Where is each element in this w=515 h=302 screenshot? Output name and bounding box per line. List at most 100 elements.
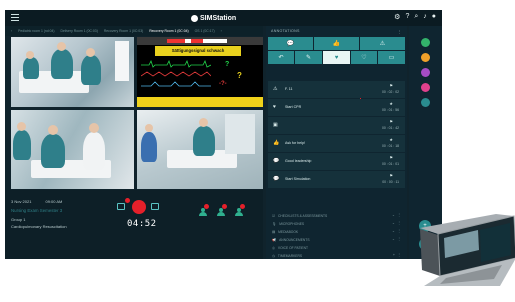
screen-icon: ▣	[273, 122, 278, 128]
search-icon[interactable]: ⌕	[414, 13, 418, 21]
logo-icon	[191, 14, 198, 22]
monitor-screen: SIMStation ⚙ ? ⌕ ♪ ● ‹ Pediatric room 1 …	[5, 10, 442, 259]
more-options-icon[interactable]: ⋮	[397, 229, 401, 233]
quick-annotation-buttons: 💬 👍 ⚠ ↶ ✎ ♥ ♡ ▭	[268, 37, 405, 79]
section-timemarkers[interactable]: ◷ TIMEMARKERS + ⋮	[268, 252, 405, 259]
section-announcements[interactable]: 📢 ANNOUNCEMENTS ⌄ ⋮	[268, 236, 405, 244]
recording-timer: 04:52	[127, 219, 157, 229]
more-options-icon[interactable]: ⋮	[397, 213, 401, 217]
room-tab[interactable]: OS 1 (0C:17)	[195, 29, 215, 33]
quick-undo-button[interactable]: ↶	[268, 51, 294, 64]
help-icon[interactable]: ?	[405, 13, 409, 21]
room-tab[interactable]: Delivery Room 1 (0C:03)	[61, 29, 98, 33]
book-icon: ▤	[272, 230, 276, 234]
section-checklists[interactable]: ☑ CHECKLISTS & ASSESSMENTS ⌄ ⋮	[268, 212, 405, 220]
session-time: 09:00 AM	[45, 199, 63, 204]
thumbs-up-icon: 👍	[273, 140, 280, 146]
more-options-icon[interactable]: ⋮	[397, 253, 401, 257]
annotation-item[interactable]: 👍 Ask for help! ★ 00 : 01 : 18	[268, 135, 405, 152]
edit-icon: ✎	[305, 55, 312, 61]
rail-green-icon[interactable]	[421, 38, 430, 47]
more-options-icon[interactable]: ⋮	[397, 221, 401, 225]
recording-controls	[117, 198, 167, 214]
more-options-icon[interactable]: ⋮	[398, 29, 402, 34]
rail-purple-icon[interactable]	[421, 68, 430, 77]
quick-chat-button[interactable]: 💬	[268, 37, 313, 50]
rail-teal-icon[interactable]	[421, 98, 430, 107]
rail-pink-icon[interactable]	[421, 83, 430, 92]
alarm-message: Sättigungssignal schwach	[155, 46, 241, 56]
checklist-icon: ☑	[272, 214, 275, 218]
warning-icon: ⚠	[379, 41, 386, 47]
annotation-item[interactable]: 💬 Good leadership ⚑ 00 : 01 : 01	[268, 153, 405, 170]
quick-screen-button[interactable]: ▭	[378, 51, 405, 64]
record-button[interactable]	[132, 200, 146, 214]
section-voice-of-patient[interactable]: ◎ VOICE OF PATIENT	[268, 244, 405, 252]
camera-feed-2[interactable]	[137, 110, 263, 189]
user-icon[interactable]: ●	[432, 13, 436, 21]
event-name: Nursing Exam Semester 3	[11, 208, 63, 213]
crumb-right-arrow-icon[interactable]: ›	[221, 29, 222, 33]
app-title: SIMStation	[200, 14, 237, 22]
more-options-icon[interactable]: ⋮	[397, 237, 401, 241]
chevron-down-icon[interactable]: ⌄	[392, 213, 395, 217]
section-microphones[interactable]: 🎙 MICROPHONES ⌄ ⋮	[268, 220, 405, 228]
annotation-item[interactable]: ▣ ⚑ 00 : 01 : 42	[268, 117, 405, 134]
room-tab-active[interactable]: Recovery Room 1 (0C:04)	[149, 29, 188, 33]
annotation-item[interactable]: 💬 Start Simulation ⚑ 00 : 00 : 11	[268, 171, 405, 188]
annotation-item[interactable]: ⚠ F. 11 ⚑ 00 : 02 : 02	[268, 81, 405, 98]
clock-icon: ◷	[272, 254, 275, 258]
chevron-down-icon[interactable]: ⌄	[392, 221, 395, 225]
tablet-device-image	[420, 214, 515, 286]
patient-monitor: Sättigungssignal schwach ? ? -?-	[137, 37, 263, 107]
section-mediabook[interactable]: ▤ MEDIABOOK ⌄ ⋮	[268, 228, 405, 236]
star-icon[interactable]: ★	[389, 101, 393, 106]
group-name: Group 1	[11, 217, 26, 222]
add-icon[interactable]: +	[393, 253, 395, 257]
crumb-left-arrow-icon[interactable]: ‹	[11, 29, 12, 33]
microphone-icon: 🎙	[272, 222, 277, 226]
gear-icon[interactable]: ⚙	[394, 13, 400, 21]
megaphone-icon: 📢	[272, 238, 277, 242]
chat-icon: 💬	[273, 176, 280, 182]
scenario-topic: Cardiopulmonary Resuscitation	[11, 224, 67, 229]
hamburger-menu-icon[interactable]	[11, 14, 19, 21]
annotation-item[interactable]: ♥ Start CPR ★ 00 : 01 : 56	[268, 99, 405, 116]
camera-feed-3[interactable]	[11, 110, 134, 189]
room-tab[interactable]: Recovery Room 1 (0C:03)	[104, 29, 143, 33]
rail-orange-icon[interactable]	[421, 53, 430, 62]
camera-feed-1[interactable]	[11, 37, 134, 107]
participant-groups	[199, 204, 249, 217]
bell-icon[interactable]: ♪	[423, 13, 427, 21]
quick-thumbs-up-button[interactable]: 👍	[314, 37, 359, 50]
participant-icon[interactable]	[235, 204, 245, 216]
quick-heart-button-selected[interactable]: ♥	[323, 51, 350, 64]
annotations-header: ANNOTATIONS ⋮	[266, 26, 407, 36]
warning-icon: ⚠	[273, 86, 278, 92]
star-icon[interactable]: ★	[389, 137, 393, 142]
flag-icon[interactable]: ⚑	[389, 119, 393, 124]
screen-share-icon[interactable]	[117, 203, 125, 210]
heart-icon: ♥	[334, 54, 339, 61]
undo-icon: ↶	[278, 55, 284, 61]
participant-icon[interactable]	[199, 204, 209, 216]
flag-icon[interactable]: ⚑	[389, 155, 393, 160]
screen-icon: ▭	[388, 55, 395, 61]
session-date: 3 Nov 2021	[11, 199, 32, 204]
room-breadcrumbs: ‹ Pediatric room 1 (nd:04) Delivery Room…	[5, 26, 263, 36]
quick-heart-button[interactable]: ♡	[351, 51, 377, 64]
room-tab[interactable]: Pediatric room 1 (nd:04)	[18, 29, 54, 33]
quick-warning-button[interactable]: ⚠	[360, 37, 405, 50]
chevron-down-icon[interactable]: ⌄	[392, 237, 395, 241]
flag-icon[interactable]: ⚑	[389, 173, 393, 178]
participant-icon[interactable]	[217, 204, 227, 216]
top-bar: SIMStation ⚙ ? ⌕ ♪ ●	[5, 10, 442, 26]
heart-icon: ♥	[273, 104, 276, 110]
quick-edit-button[interactable]: ✎	[295, 51, 322, 64]
notification-badge	[125, 198, 130, 203]
chevron-down-icon[interactable]: ⌄	[392, 229, 395, 233]
flag-icon[interactable]: ⚑	[389, 83, 393, 88]
chat-icon: 💬	[273, 158, 280, 164]
camera-layout-icon[interactable]	[151, 203, 159, 210]
top-icons: ⚙ ? ⌕ ♪ ●	[394, 13, 436, 21]
